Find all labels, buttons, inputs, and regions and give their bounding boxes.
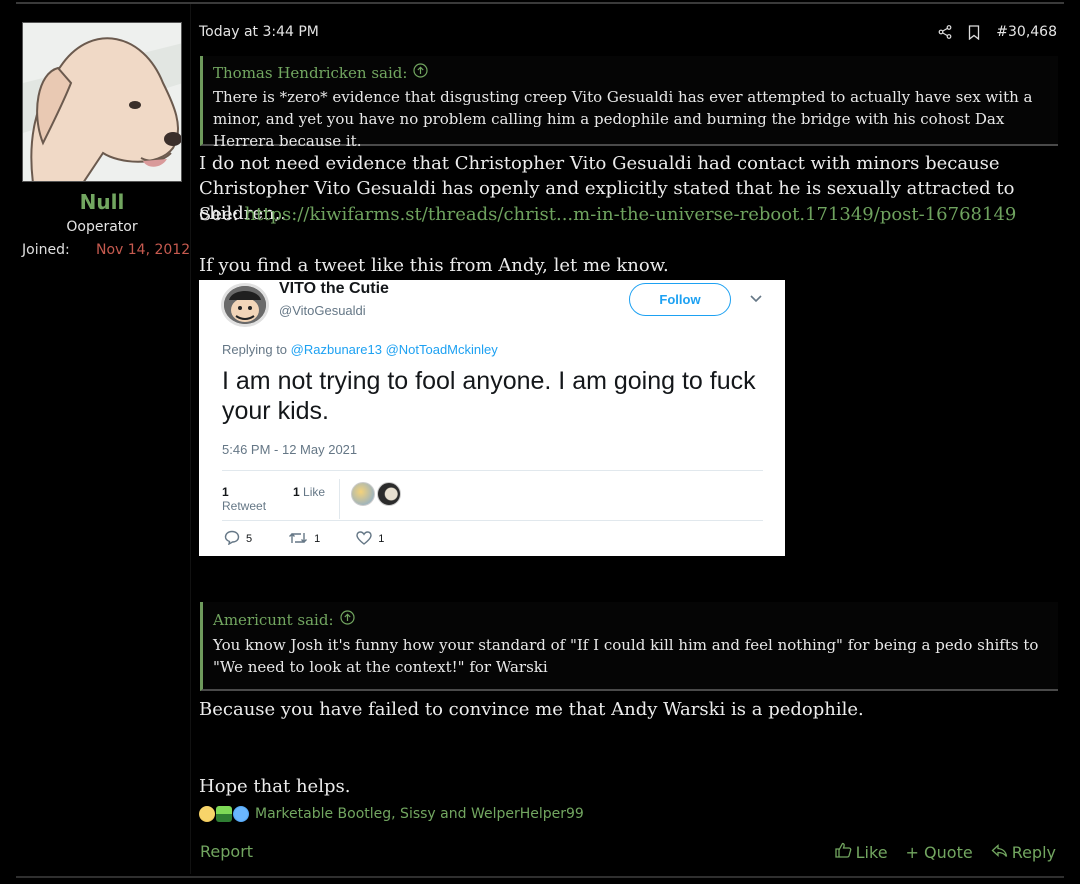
tweet-avatar (221, 283, 269, 327)
tweet-actions: 5 1 1 (224, 530, 420, 548)
top-divider (16, 0, 1064, 4)
chevron-down-icon[interactable] (749, 291, 763, 309)
heart-icon (356, 530, 372, 548)
tweet-replying-to: Replying to @Razbunare13 @NotToadMckinle… (222, 342, 498, 357)
quote-block: Thomas Hendricken said: There is *zero* … (200, 56, 1058, 150)
reaction-icons[interactable] (199, 806, 249, 822)
thumbs-up-icon (834, 842, 852, 862)
like-action-count: 1 (378, 533, 385, 545)
tweet-divider (222, 470, 763, 471)
tweet-divider (222, 520, 763, 521)
post-tools: #30,468 (938, 24, 1057, 40)
mention-link[interactable]: @NotToadMckinley (386, 342, 498, 357)
tweet-date: 5:46 PM - 12 May 2021 (222, 442, 358, 457)
tweet-reply-action[interactable]: 5 (224, 530, 252, 548)
quote-button[interactable]: + Quote (906, 842, 973, 862)
like-label: Like (303, 485, 326, 499)
like-count: 1 (293, 485, 300, 499)
post-timestamp[interactable]: Today at 3:44 PM (199, 24, 319, 40)
tweet-retweet-action[interactable]: 1 (288, 531, 320, 548)
post-actions: Like + Quote Reply (834, 842, 1056, 862)
like-label: Like (855, 842, 888, 862)
reply-button[interactable]: Reply (991, 842, 1056, 862)
quote-author[interactable]: Thomas Hendricken said: (213, 64, 407, 82)
like-stat: 1 Like (293, 485, 325, 499)
report-link[interactable]: Report (200, 842, 253, 861)
post-paragraph: Because you have failed to convince me t… (199, 699, 864, 720)
tweet-stat-separator (339, 479, 340, 519)
quote-label: + Quote (905, 842, 973, 862)
retweet-label: Retweet (222, 499, 267, 513)
bottom-divider (16, 876, 1064, 878)
cocktail-icon (216, 806, 232, 822)
thumbs-up-icon (233, 806, 249, 822)
username[interactable]: Null (22, 190, 182, 214)
follow-button[interactable]: Follow (629, 283, 731, 316)
mention-link[interactable]: @Razbunare13 (291, 342, 382, 357)
user-avatar[interactable] (22, 22, 182, 182)
retweet-count: 1 (222, 485, 229, 499)
reactions-bar: Marketable Bootleg, Sissy and WelperHelp… (199, 806, 584, 822)
tweet-text: I am not trying to fool anyone. I am goi… (222, 367, 756, 425)
see-label: See: (199, 204, 239, 225)
bookmark-icon[interactable] (968, 24, 980, 40)
reply-label: Reply (1011, 842, 1056, 862)
quote-header[interactable]: Thomas Hendricken said: (213, 56, 1058, 86)
speech-bubble-icon (224, 530, 240, 548)
retweet-icon (288, 531, 308, 548)
arrow-up-circle-icon[interactable] (339, 610, 355, 629)
sidebar-separator (190, 4, 191, 874)
quote-text: There is *zero* evidence that disgusting… (213, 88, 1033, 150)
quote-author[interactable]: Americunt said: (213, 611, 334, 629)
post-paragraph: If you find a tweet like this from Andy,… (199, 255, 669, 276)
tweet-like-action[interactable]: 1 (356, 530, 385, 548)
liker-avatar (351, 482, 375, 506)
shocked-face-icon (199, 806, 215, 822)
quote-block: Americunt said: You know Josh it's funny… (200, 602, 1058, 691)
tweet-image[interactable]: VITO the Cutie @VitoGesualdi Follow Repl… (199, 280, 785, 556)
replying-label: Replying to (222, 342, 288, 357)
quote-text: You know Josh it's funny how your standa… (213, 636, 1039, 676)
see-line: See: https://kiwifarms.st/threads/christ… (199, 202, 1016, 227)
reaction-users[interactable]: Marketable Bootleg, Sissy and WelperHelp… (255, 806, 584, 822)
retweet-action-count: 1 (314, 533, 321, 545)
tweet-likers (351, 482, 401, 506)
reply-count: 5 (246, 533, 253, 545)
arrow-up-circle-icon[interactable] (413, 63, 429, 82)
tweet-display-name[interactable]: VITO the Cutie (279, 280, 389, 298)
quote-header[interactable]: Americunt said: (213, 602, 1058, 634)
reply-arrow-icon (991, 843, 1008, 862)
liker-avatar (377, 482, 401, 506)
thread-link[interactable]: https://kiwifarms.st/threads/christ...m-… (244, 204, 1016, 225)
post-paragraph: Hope that helps. (199, 776, 351, 797)
retweet-stat: 1 Retweet (222, 485, 266, 513)
post-number[interactable]: #30,468 (996, 24, 1057, 40)
user-title: Ooperator (66, 219, 138, 235)
tweet-handle[interactable]: @VitoGesualdi (279, 303, 366, 318)
joined-date: Nov 14, 2012 (96, 242, 191, 258)
share-icon[interactable] (938, 25, 952, 39)
like-button[interactable]: Like (834, 842, 888, 862)
joined-label: Joined: (22, 242, 70, 258)
